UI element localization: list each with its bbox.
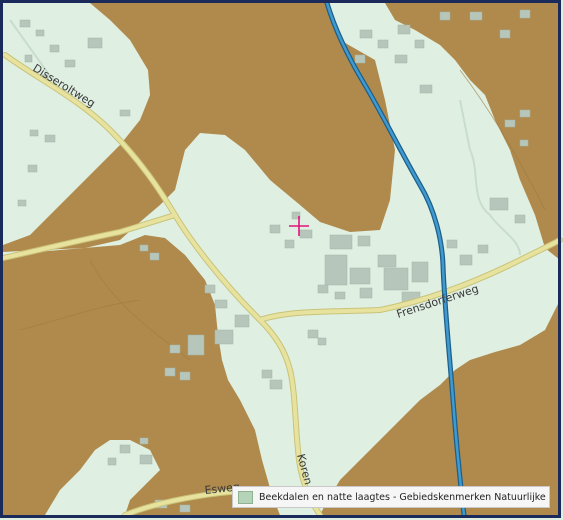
legend-label: Beekdalen en natte laagtes - Gebiedskenm… <box>259 491 550 503</box>
map-canvas[interactable]: Disseroltweg Frensdorferweg Esweg Koren <box>0 0 563 520</box>
legend-swatch <box>238 490 253 504</box>
map-view[interactable]: Disseroltweg Frensdorferweg Esweg Koren … <box>0 0 563 520</box>
map-legend: Beekdalen en natte laagtes - Gebiedskenm… <box>232 486 550 508</box>
